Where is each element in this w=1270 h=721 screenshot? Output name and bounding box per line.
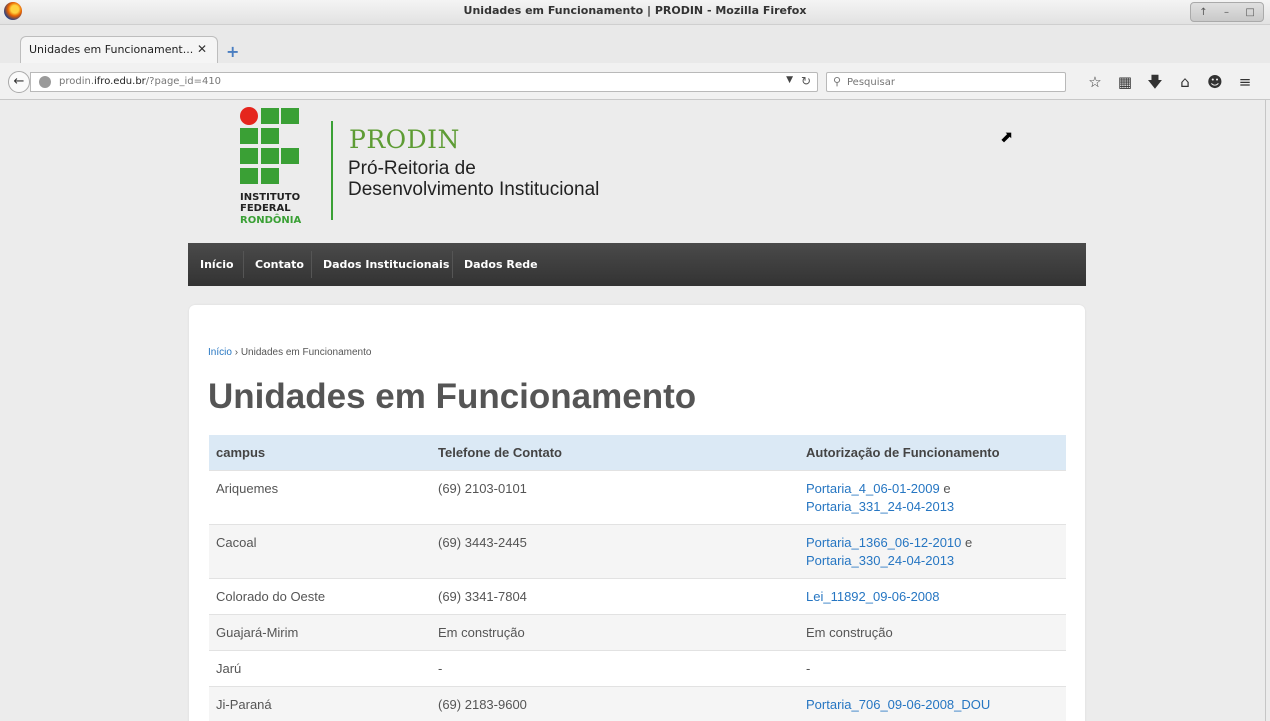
logo-square <box>261 128 279 144</box>
campus-cell: Jarú <box>209 650 431 687</box>
campus-cell: Ji-Paraná <box>209 686 431 721</box>
column-header-authorization: Autorização de Funcionamento <box>799 435 1066 471</box>
close-tab-icon[interactable]: ✕ <box>197 42 207 56</box>
tab-bar: Unidades em Funcionament... ✕ + <box>0 25 1270 63</box>
phone-cell: Em construção <box>431 614 799 651</box>
menu-hamburger-icon[interactable]: ≡ <box>1230 72 1260 92</box>
bookmarks-library-icon[interactable]: ▦ <box>1110 72 1140 92</box>
logo-text: INSTITUTO FEDERAL <box>240 192 301 214</box>
logo-square <box>281 108 299 124</box>
phone-cell: (69) 3443-2445 <box>431 524 799 579</box>
conjunction-text: e <box>965 535 973 550</box>
site-subtitle: Pró-Reitoria de Desenvolvimento Instituc… <box>348 158 600 200</box>
header-divider <box>331 121 333 220</box>
campus-cell: Guajará-Mirim <box>209 614 431 651</box>
table-row: Guajará-Mirim Em construção Em construçã… <box>209 614 1066 651</box>
authorization-link[interactable]: Portaria_1366_06-12-2010 <box>806 535 961 550</box>
tab-label: Unidades em Funcionament... <box>29 43 194 56</box>
chat-icon[interactable]: ☻ <box>1200 72 1230 92</box>
logo-square <box>240 168 258 184</box>
units-table: campus Telefone de Contato Autorização d… <box>209 435 1066 721</box>
main-menu: Início Contato Dados Institucionais Dado… <box>188 243 1086 286</box>
window-up-icon[interactable]: ↑ <box>1199 7 1207 18</box>
page-viewport: INSTITUTO FEDERAL RONDÔNIA PRODIN Pró-Rei… <box>0 100 1270 721</box>
table-row: Jarú - - <box>209 650 1066 687</box>
logo-square <box>261 148 279 164</box>
search-icon: ⚲ <box>833 75 842 88</box>
menu-item-contato[interactable]: Contato <box>255 243 304 286</box>
globe-icon <box>39 76 51 88</box>
menu-separator <box>452 251 453 278</box>
ifro-logo[interactable]: INSTITUTO FEDERAL RONDÔNIA <box>240 107 320 232</box>
authorization-cell: - <box>799 650 1066 687</box>
new-tab-icon[interactable]: + <box>226 42 239 61</box>
logo-red-dot <box>240 107 258 125</box>
column-header-campus: campus <box>209 435 431 471</box>
authorization-cell: Portaria_1366_06-12-2010 e Portaria_330_… <box>799 524 1066 579</box>
column-header-phone: Telefone de Contato <box>431 435 799 471</box>
mouse-cursor-icon: ⬈ <box>1000 127 1014 146</box>
minimize-icon[interactable]: – <box>1224 7 1229 18</box>
table-row: Ariquemes (69) 2103-0101 Portaria_4_06-0… <box>209 470 1066 525</box>
search-box[interactable]: ⚲ <box>826 72 1066 92</box>
url-dropdown-icon[interactable]: ▼ <box>786 75 793 85</box>
table-row: Cacoal (69) 3443-2445 Portaria_1366_06-1… <box>209 524 1066 579</box>
logo-text-state: RONDÔNIA <box>240 215 302 226</box>
maximize-icon[interactable]: □ <box>1245 7 1254 18</box>
window-titlebar: Unidades em Funcionamento | PRODIN - Moz… <box>0 0 1270 25</box>
campus-cell: Cacoal <box>209 524 431 579</box>
bookmark-star-icon[interactable]: ☆ <box>1080 72 1110 92</box>
authorization-link[interactable]: Portaria_331_24-04-2013 <box>806 499 954 514</box>
menu-separator <box>311 251 312 278</box>
campus-cell: Ariquemes <box>209 470 431 525</box>
authorization-link[interactable]: Portaria_330_24-04-2013 <box>806 553 954 568</box>
page-title: Unidades em Funcionamento <box>208 377 697 416</box>
window-title: Unidades em Funcionamento | PRODIN - Moz… <box>463 4 807 17</box>
navigation-bar: ← prodin.ifro.edu.br/?page_id=410 ▼ ↻ ⚲ … <box>0 63 1270 100</box>
authorization-link[interactable]: Portaria_4_06-01-2009 <box>806 481 940 496</box>
logo-square <box>240 148 258 164</box>
breadcrumb-home-link[interactable]: Início <box>208 347 232 358</box>
breadcrumb-current: Unidades em Funcionamento <box>240 347 372 358</box>
logo-square <box>240 128 258 144</box>
back-arrow-icon: ← <box>13 74 25 89</box>
phone-cell: (69) 2183-9600 <box>431 686 799 721</box>
toolbar-icons: ☆ ▦ 🡇 ⌂ ☻ ≡ <box>1080 72 1260 92</box>
phone-cell: (69) 3341-7804 <box>431 578 799 615</box>
menu-item-dados-institucionais[interactable]: Dados Institucionais <box>323 243 449 286</box>
authorization-cell: Portaria_4_06-01-2009 e Portaria_331_24-… <box>799 470 1066 525</box>
table-header-row: campus Telefone de Contato Autorização d… <box>209 435 1066 471</box>
authorization-link[interactable]: Lei_11892_09-06-2008 <box>806 589 940 604</box>
logo-square <box>281 148 299 164</box>
window-controls[interactable]: ↑ – □ <box>1190 2 1264 22</box>
back-button[interactable]: ← <box>8 71 30 93</box>
download-icon[interactable]: 🡇 <box>1140 72 1170 92</box>
conjunction-text: e <box>943 481 951 496</box>
url-text[interactable]: prodin.ifro.edu.br/?page_id=410 <box>59 76 221 87</box>
vertical-scrollbar[interactable] <box>1265 100 1270 721</box>
phone-cell: - <box>431 650 799 687</box>
reload-icon[interactable]: ↻ <box>801 74 811 88</box>
logo-square <box>261 108 279 124</box>
breadcrumb: Início › Unidades em Funcionamento <box>208 347 371 358</box>
authorization-cell: Lei_11892_09-06-2008 <box>799 578 1066 615</box>
site-title[interactable]: PRODIN <box>349 125 460 154</box>
table-row: Ji-Paraná (69) 2183-9600 Portaria_706_09… <box>209 686 1066 721</box>
menu-item-dados-rede[interactable]: Dados Rede <box>464 243 538 286</box>
authorization-cell: Em construção <box>799 614 1066 651</box>
logo-square <box>261 168 279 184</box>
tab-unidades[interactable]: Unidades em Funcionament... ✕ <box>20 36 218 63</box>
menu-separator <box>243 251 244 278</box>
content-card: Início › Unidades em Funcionamento Unida… <box>189 305 1085 721</box>
home-icon[interactable]: ⌂ <box>1170 72 1200 92</box>
url-bar[interactable]: prodin.ifro.edu.br/?page_id=410 ▼ ↻ <box>30 72 818 92</box>
campus-cell: Colorado do Oeste <box>209 578 431 615</box>
phone-cell: (69) 2103-0101 <box>431 470 799 525</box>
table-row: Colorado do Oeste (69) 3341-7804 Lei_118… <box>209 578 1066 615</box>
search-input[interactable] <box>847 75 1057 89</box>
authorization-cell: Portaria_706_09-06-2008_DOU <box>799 686 1066 721</box>
breadcrumb-separator: › <box>234 347 239 358</box>
authorization-link[interactable]: Portaria_706_09-06-2008_DOU <box>806 697 990 712</box>
menu-item-inicio[interactable]: Início <box>200 243 234 286</box>
